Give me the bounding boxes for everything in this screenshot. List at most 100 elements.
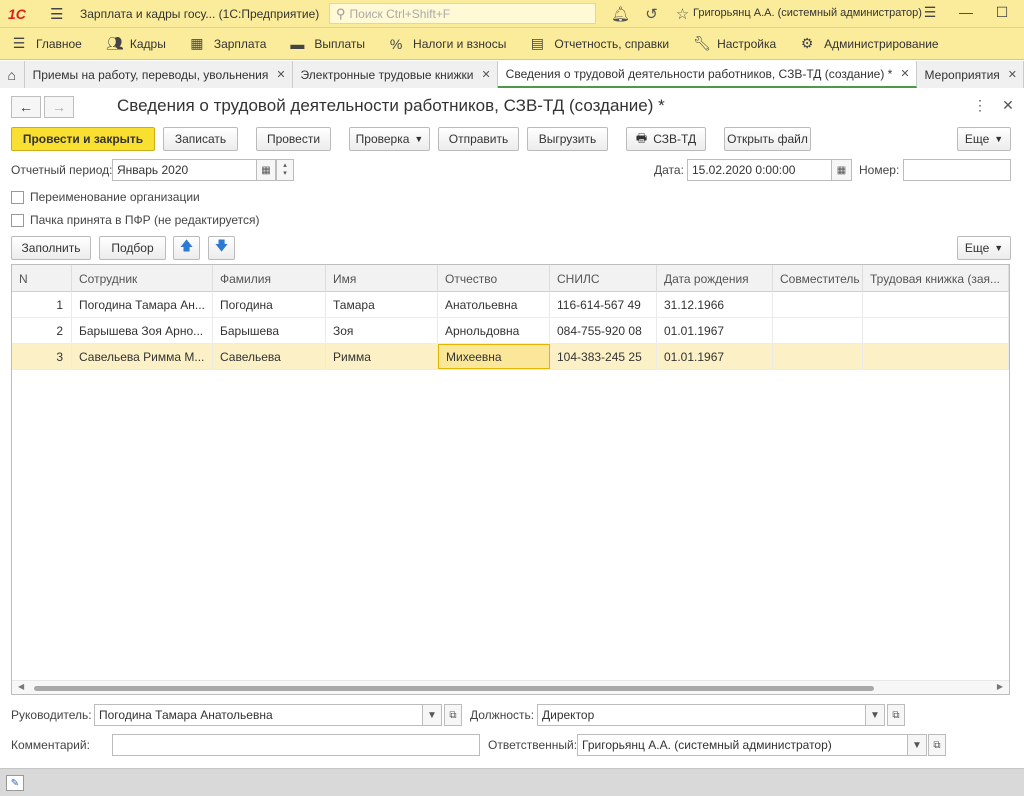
responsible-dropdown-button[interactable]: ▼ [907,734,927,756]
maximize-icon[interactable]: ☐ [984,4,1020,21]
date-calendar-button[interactable]: ▦ [831,159,852,181]
back-button[interactable]: ← [11,96,41,118]
column-header[interactable]: Совместитель [773,265,863,292]
close-icon[interactable]: ✕ [1020,4,1024,21]
position-open-button[interactable]: ⧉ [887,704,905,726]
scrollbar-thumb[interactable] [34,686,874,691]
section-taxes[interactable]: % Налоги и взносы [377,28,518,60]
period-label: Отчетный период: [11,163,113,177]
open-file-button[interactable]: Открыть файл [724,127,811,151]
current-cell[interactable]: Михеевна [438,344,550,369]
table-more-button[interactable]: Еще ▼ [957,236,1011,260]
section-salary[interactable]: ▦ Зарплата [178,28,279,60]
head-open-button[interactable]: ⧉ [444,704,462,726]
app-logo: 1С [8,5,26,22]
home-icon: ⌂ [7,66,17,83]
forward-button[interactable]: → [44,96,74,118]
responsible-field[interactable]: Григорьянц А.А. (системный администратор… [577,734,908,756]
export-button[interactable]: Выгрузить [527,127,608,151]
rename-org-label: Переименование организации [30,190,200,204]
save-button[interactable]: Записать [163,127,238,151]
tab-szv-td[interactable]: Сведения о трудовой деятельности работни… [497,61,917,88]
column-header[interactable]: Дата рождения [657,265,773,292]
responsible-label: Ответственный: [488,738,578,752]
responsible-open-button[interactable]: ⧉ [928,734,946,756]
open-icon: ⧉ [892,709,900,721]
position-label: Должность: [470,708,535,722]
select-button[interactable]: Подбор [99,236,166,260]
tab-e-workbooks[interactable]: Электронные трудовые книжки ✕ [292,61,498,88]
messages-icon[interactable]: ✎ [6,775,24,791]
window-controls: ☰ — ☐ ✕ [912,4,1024,21]
people-icon: 👥︎ [105,35,124,51]
rename-org-checkbox[interactable] [11,191,24,204]
comment-field[interactable] [112,734,480,756]
head-field[interactable]: Погодина Тамара Анатольевна [94,704,423,726]
stepper-down-icon: ▾ [283,170,287,177]
tab-events[interactable]: Мероприятия ✕ [916,61,1024,88]
position-dropdown-button[interactable]: ▼ [865,704,885,726]
print-szv-td-button[interactable]: 🖶 СЗВ-ТД [626,127,706,151]
period-stepper[interactable]: ▴ ▾ [276,159,294,181]
column-header[interactable]: Сотрудник [72,265,213,292]
close-tab-icon[interactable]: ✕ [1008,68,1017,81]
section-reports[interactable]: ▤ Отчетность, справки [518,28,681,60]
fill-button[interactable]: Заполнить [11,236,91,260]
number-label: Номер: [859,163,900,177]
column-header[interactable]: N [12,265,72,292]
search-input[interactable]: ⚲ Поиск Ctrl+Shift+F [329,3,596,24]
open-icon: ⧉ [933,739,941,751]
table-row[interactable]: 2 Барышева Зоя Арно... Барышева Зоя Арно… [12,318,1009,344]
close-tab-icon[interactable]: ✕ [900,67,909,80]
section-hr[interactable]: 👥︎ Кадры [94,28,178,60]
page-title: Сведения о трудовой деятельности работни… [117,96,665,115]
move-down-button[interactable]: 🡇 [208,236,235,260]
period-field[interactable]: Январь 2020 [112,159,257,181]
close-tab-icon[interactable]: ✕ [481,68,490,81]
position-field[interactable]: Директор [537,704,866,726]
section-admin[interactable]: ⚙ Администрирование [788,28,950,60]
column-header[interactable]: Фамилия [213,265,326,292]
table-row-selected[interactable]: 3 Савельева Римма М... Савельева Римма М… [12,344,1009,370]
column-header[interactable]: Имя [326,265,438,292]
more-actions-icon[interactable]: ⋮ [966,97,994,114]
head-dropdown-button[interactable]: ▼ [422,704,442,726]
pack-accepted-label: Пачка принята в ПФР (не редактируется) [30,213,260,227]
post-button[interactable]: Провести [256,127,331,151]
close-form-icon[interactable]: ✕ [994,97,1022,114]
tab-hiring[interactable]: Приемы на работу, переводы, увольнения ✕ [24,61,293,88]
number-field[interactable] [903,159,1011,181]
wrench-icon: 🔧︎ [693,35,711,51]
table-header: N Сотрудник Фамилия Имя Отчество СНИЛС Д… [12,265,1009,292]
chevron-down-icon: ▼ [994,243,1004,253]
bell-icon[interactable]: 🔔︎ [605,5,636,23]
close-tab-icon[interactable]: ✕ [276,68,285,81]
post-and-close-button[interactable]: Провести и закрыть [11,127,155,151]
head-label: Руководитель: [11,708,92,722]
table-row[interactable]: 1 Погодина Тамара Ан... Погодина Тамара … [12,292,1009,318]
date-field[interactable]: 15.02.2020 0:00:00 [687,159,832,181]
send-button[interactable]: Отправить [438,127,519,151]
settings-menu-icon[interactable]: ☰ [912,4,948,21]
column-header[interactable]: СНИЛС [550,265,657,292]
minimize-icon[interactable]: — [948,4,984,21]
column-header[interactable]: Отчество [438,265,550,292]
current-user[interactable]: Григорьянц А.А. (системный администратор… [693,7,922,19]
calendar-button[interactable]: ▦ [256,159,276,181]
section-settings[interactable]: 🔧︎ Настройка [681,28,788,60]
horizontal-scrollbar[interactable]: ◀ ▶ [12,680,1009,694]
check-button[interactable]: Проверка ▼ [349,127,430,151]
home-tab[interactable]: ⌂ [0,61,25,88]
pack-accepted-checkbox[interactable] [11,214,24,227]
column-header[interactable]: Трудовая книжка (зая... [863,265,1009,292]
comment-label: Комментарий: [11,738,90,752]
search-icon: ⚲ [336,5,346,21]
move-up-button[interactable]: 🡅 [173,236,200,260]
section-main[interactable]: ☰ Главное [0,28,94,60]
scroll-right-icon[interactable]: ▶ [997,682,1003,691]
history-icon[interactable]: ↺ [636,5,667,23]
section-payments[interactable]: ▬ Выплаты [278,28,377,60]
main-menu-icon[interactable]: ☰ [50,5,68,23]
scroll-left-icon[interactable]: ◀ [18,682,24,691]
more-button[interactable]: Еще ▼ [957,127,1011,151]
